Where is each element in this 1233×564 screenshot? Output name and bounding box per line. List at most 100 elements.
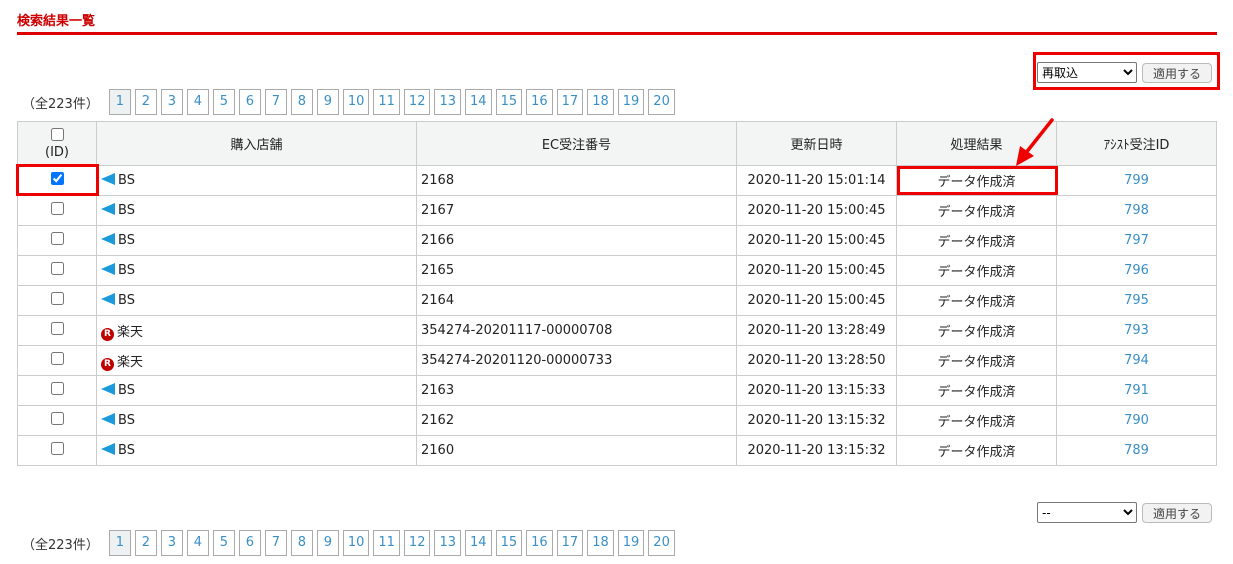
page-link-17[interactable]: 17 xyxy=(556,530,584,556)
page-link-18[interactable]: 18 xyxy=(587,530,614,556)
bottom-apply-button[interactable]: 適用する xyxy=(1142,502,1212,523)
assist-id-link[interactable]: 797 xyxy=(1124,233,1149,248)
assist-id-link[interactable]: 796 xyxy=(1124,263,1149,278)
assist-id-link[interactable]: 798 xyxy=(1124,203,1149,218)
header-ec-order: EC受注番号 xyxy=(416,121,737,166)
page-link-15[interactable]: 15 xyxy=(495,89,523,115)
page-link-1[interactable]: 1 xyxy=(108,530,131,556)
updated-datetime: 2020-11-20 13:15:33 xyxy=(736,375,897,406)
page-link-9[interactable]: 9 xyxy=(316,89,339,115)
page-link-8[interactable]: 8 xyxy=(290,89,313,115)
page-link-6[interactable]: 6 xyxy=(238,530,261,556)
assist-id-cell: 796 xyxy=(1056,255,1217,286)
page-link-7[interactable]: 7 xyxy=(264,530,287,556)
page-link-17[interactable]: 17 xyxy=(556,89,584,115)
page-link-7[interactable]: 7 xyxy=(264,89,287,115)
page-link-16[interactable]: 16 xyxy=(526,530,553,556)
assist-id-link[interactable]: 790 xyxy=(1124,413,1149,428)
page-link-4[interactable]: 4 xyxy=(186,89,209,115)
assist-id-link[interactable]: 799 xyxy=(1124,173,1149,188)
page-link-16[interactable]: 16 xyxy=(526,89,553,115)
shop-cell: BS xyxy=(96,405,417,436)
result-count: （全223件） xyxy=(22,537,99,553)
shop-cell: BS xyxy=(96,225,417,256)
bs-shop-icon xyxy=(101,263,115,275)
highlight-box-result xyxy=(897,166,1058,195)
page-link-10[interactable]: 10 xyxy=(342,89,370,115)
page-link-1[interactable]: 1 xyxy=(108,89,131,115)
process-result: データ作成済 xyxy=(896,195,1057,226)
row-select-cell xyxy=(17,345,97,376)
result-count: （全223件） xyxy=(22,96,99,112)
assist-id-cell: 793 xyxy=(1056,315,1217,346)
page-link-3[interactable]: 3 xyxy=(160,89,183,115)
page-link-2[interactable]: 2 xyxy=(134,89,157,115)
shop-cell: R 楽天 xyxy=(96,315,417,346)
page-link-9[interactable]: 9 xyxy=(316,530,339,556)
row-checkbox[interactable] xyxy=(50,352,64,365)
bs-shop-icon xyxy=(101,203,115,215)
assist-id-link[interactable]: 795 xyxy=(1124,293,1149,308)
row-select-cell xyxy=(17,405,97,436)
assist-id-link[interactable]: 789 xyxy=(1124,443,1149,458)
process-result: データ作成済 xyxy=(896,375,1057,406)
page-link-20[interactable]: 20 xyxy=(648,89,675,115)
bottom-action-select[interactable]: -- xyxy=(1037,502,1137,523)
page-link-14[interactable]: 14 xyxy=(465,530,492,556)
select-all-checkbox[interactable] xyxy=(50,127,64,141)
row-checkbox[interactable] xyxy=(50,322,64,335)
header-assist-id: ｱｼｽﾄ受注ID xyxy=(1056,121,1217,166)
ec-order-number: 2162 xyxy=(416,405,737,436)
assist-id-link[interactable]: 794 xyxy=(1124,353,1149,368)
row-select-cell xyxy=(17,315,97,346)
row-checkbox[interactable] xyxy=(50,412,64,425)
assist-id-link[interactable]: 793 xyxy=(1124,323,1149,338)
page-link-11[interactable]: 11 xyxy=(373,89,400,115)
row-checkbox[interactable] xyxy=(50,202,64,215)
shop-cell: BS xyxy=(96,375,417,406)
page-link-2[interactable]: 2 xyxy=(134,530,157,556)
updated-datetime: 2020-11-20 15:01:14 xyxy=(736,165,897,196)
page-link-20[interactable]: 20 xyxy=(648,530,675,556)
page-link-5[interactable]: 5 xyxy=(212,530,235,556)
page-title: 検索結果一覧 xyxy=(17,14,96,29)
updated-datetime: 2020-11-20 15:00:45 xyxy=(736,195,897,226)
page-link-13[interactable]: 13 xyxy=(434,530,462,556)
process-result: データ作成済 xyxy=(896,435,1057,466)
arrow-annotation-icon xyxy=(1016,118,1054,166)
page-link-6[interactable]: 6 xyxy=(238,89,261,115)
row-checkbox[interactable] xyxy=(50,262,64,275)
page-link-4[interactable]: 4 xyxy=(186,530,209,556)
page-link-10[interactable]: 10 xyxy=(342,530,370,556)
shop-name: 楽天 xyxy=(117,354,144,370)
shop-cell: R 楽天 xyxy=(96,345,417,376)
page-link-18[interactable]: 18 xyxy=(587,89,614,115)
row-select-cell xyxy=(17,375,97,406)
row-checkbox[interactable] xyxy=(50,232,64,245)
page-link-14[interactable]: 14 xyxy=(465,89,492,115)
assist-id-cell: 797 xyxy=(1056,225,1217,256)
page-link-13[interactable]: 13 xyxy=(434,89,462,115)
assist-id-link[interactable]: 791 xyxy=(1124,383,1149,398)
page-link-19[interactable]: 19 xyxy=(617,89,645,115)
shop-name: BS xyxy=(118,173,135,188)
assist-id-cell: 799 xyxy=(1056,165,1217,196)
ec-order-number: 2165 xyxy=(416,255,737,286)
table-row: BS 2160 2020-11-20 13:15:32 データ作成済 789 xyxy=(17,435,1217,466)
row-checkbox[interactable] xyxy=(50,292,64,305)
page-link-12[interactable]: 12 xyxy=(403,530,431,556)
table-row: BS 2166 2020-11-20 15:00:45 データ作成済 797 xyxy=(17,225,1217,256)
page-link-11[interactable]: 11 xyxy=(373,530,400,556)
row-select-cell xyxy=(17,285,97,316)
page-link-5[interactable]: 5 xyxy=(212,89,235,115)
shop-cell: BS xyxy=(96,165,417,196)
page-link-3[interactable]: 3 xyxy=(160,530,183,556)
page-link-15[interactable]: 15 xyxy=(495,530,523,556)
shop-name: BS xyxy=(118,293,135,308)
page-link-8[interactable]: 8 xyxy=(290,530,313,556)
row-checkbox[interactable] xyxy=(50,382,64,395)
page-link-12[interactable]: 12 xyxy=(403,89,431,115)
page-link-19[interactable]: 19 xyxy=(617,530,645,556)
shop-cell: BS xyxy=(96,435,417,466)
row-checkbox[interactable] xyxy=(50,442,64,455)
